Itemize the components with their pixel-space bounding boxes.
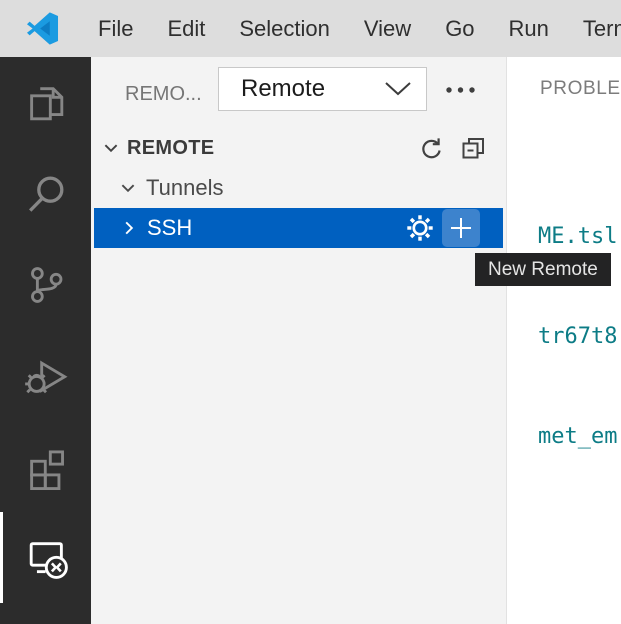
text-line [538, 520, 617, 553]
chevron-down-icon [102, 139, 120, 157]
gear-icon[interactable] [405, 213, 435, 243]
text-line: tr67t8 [538, 320, 617, 353]
collapse-all-icon[interactable] [460, 135, 486, 161]
chevron-down-icon [119, 179, 137, 197]
problems-panel-header[interactable]: PROBLEMS [540, 78, 621, 100]
tree-item-label: Tunnels [146, 175, 223, 201]
menu-go[interactable]: Go [428, 16, 491, 42]
menu-file[interactable]: File [81, 16, 150, 42]
plus-icon [448, 215, 474, 241]
refresh-icon[interactable] [417, 135, 443, 161]
remote-scope-value: Remote [241, 75, 384, 103]
menu-selection[interactable]: Selection [222, 16, 347, 42]
section-remote-label: REMOTE [127, 137, 214, 160]
sidebar-title: REMO... [125, 83, 202, 106]
menu-bar: File Edit Selection View Go Run Terminal [81, 16, 621, 42]
explorer-icon[interactable] [0, 57, 91, 148]
activity-bar [0, 57, 91, 624]
tree-item-tunnels[interactable]: Tunnels [91, 168, 506, 208]
text-line: ME.tsl [538, 220, 617, 253]
menu-view[interactable]: View [347, 16, 428, 42]
menu-terminal[interactable]: Terminal [566, 16, 621, 42]
vscode-logo-icon [26, 12, 59, 45]
menu-edit[interactable]: Edit [150, 16, 222, 42]
editor-panel: PROBLEMS ME.tsl tr67t8 met_em URBPAR met… [507, 57, 621, 624]
extensions-icon[interactable] [0, 421, 91, 512]
search-icon[interactable] [0, 148, 91, 239]
remote-scope-dropdown[interactable]: Remote [218, 67, 427, 111]
tree-item-label: SSH [147, 215, 192, 241]
new-remote-button[interactable] [442, 209, 480, 247]
tree-item-ssh[interactable]: SSH [94, 208, 503, 248]
chevron-right-icon [120, 219, 138, 237]
text-line: URBPAR [538, 621, 617, 624]
new-remote-tooltip: New Remote [475, 253, 611, 286]
section-remote[interactable]: REMOTE [91, 131, 506, 165]
run-debug-icon[interactable] [0, 330, 91, 421]
more-actions-icon[interactable] [441, 77, 481, 103]
chevron-down-icon [384, 81, 412, 97]
editor-text: ME.tsl tr67t8 met_em URBPAR met_em .o469… [538, 153, 617, 624]
remote-explorer-icon[interactable] [0, 512, 91, 603]
title-bar: File Edit Selection View Go Run Terminal [0, 0, 621, 57]
remote-explorer-sidebar: REMO... Remote REMOTE Tunnel [91, 57, 507, 624]
text-line: met_em [538, 420, 617, 453]
source-control-icon[interactable] [0, 239, 91, 330]
menu-run[interactable]: Run [492, 16, 566, 42]
